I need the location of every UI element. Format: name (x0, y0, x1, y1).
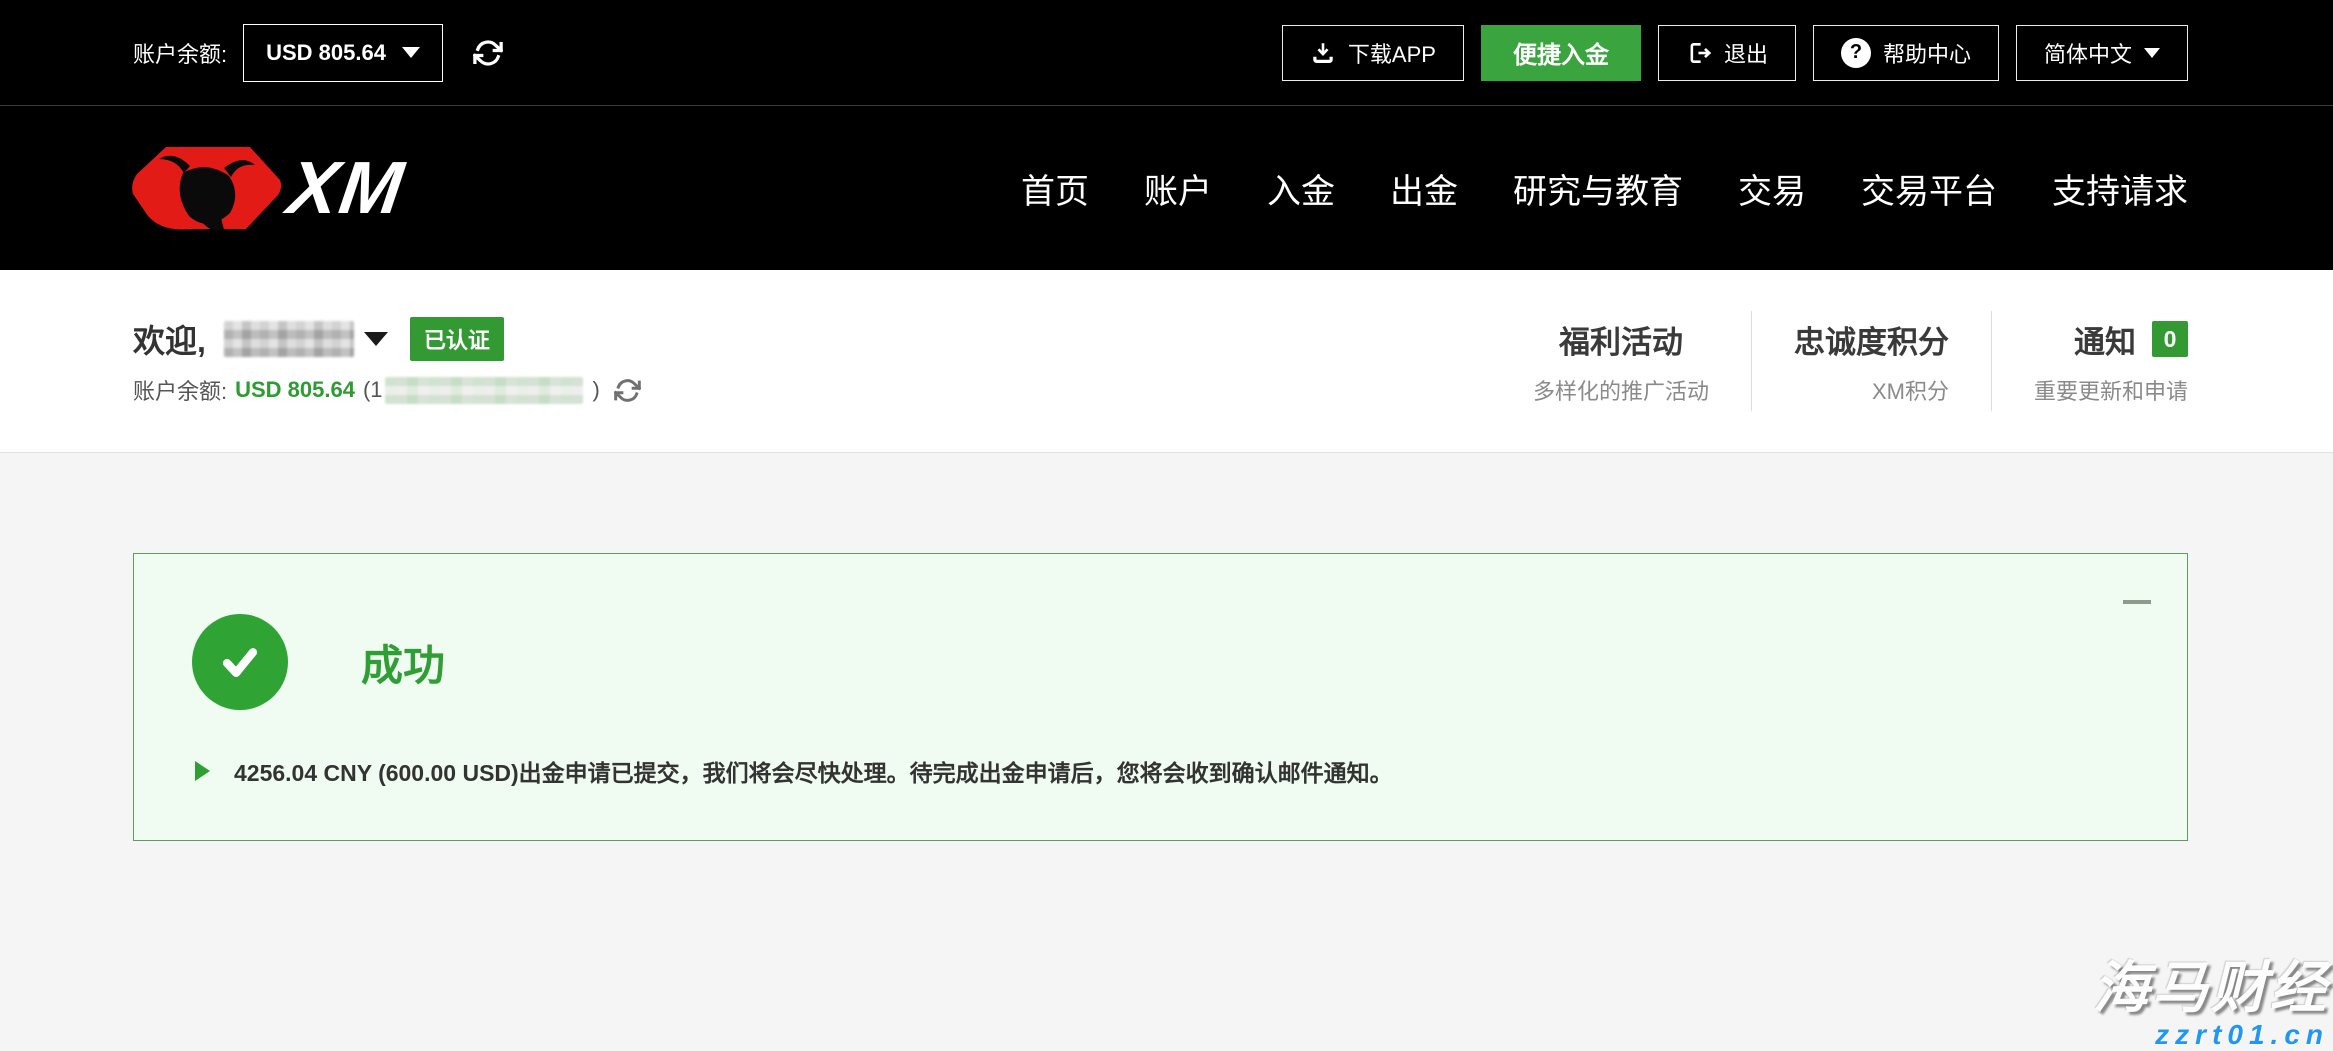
nav-item-research-education[interactable]: 研究与教育 (1513, 164, 1683, 213)
download-icon (1310, 40, 1336, 66)
help-center-label: 帮助中心 (1883, 37, 1971, 69)
loyalty-subtitle: XM积分 (1872, 374, 1949, 406)
nav-item-trading[interactable]: 交易 (1738, 164, 1806, 213)
logout-button[interactable]: 退出 (1658, 25, 1796, 81)
download-app-button[interactable]: 下载APP (1282, 25, 1464, 81)
promotions-title: 福利活动 (1559, 317, 1683, 362)
page-content: 成功 4256.04 CNY (600.00 USD)出金申请已提交，我们将会尽… (0, 453, 2333, 1051)
nav-item-home[interactable]: 首页 (1021, 164, 1089, 213)
quick-deposit-button[interactable]: 便捷入金 (1481, 25, 1641, 81)
chevron-down-icon (402, 47, 420, 58)
welcome-quick-links: 福利活动 多样化的推广活动 忠诚度积分 XM积分 通知 0 重要更新和申请 (1491, 311, 2188, 411)
nav-item-platforms[interactable]: 交易平台 (1861, 164, 1997, 213)
alert-message: 4256.04 CNY (600.00 USD)出金申请已提交，我们将会尽快处理… (234, 754, 1393, 788)
welcome-balance-value: USD 805.64 (235, 377, 355, 403)
welcome-left: 欢迎, 已认证 账户余额: USD 805.64 (1 ) (133, 316, 641, 406)
nav-item-deposit[interactable]: 入金 (1267, 164, 1335, 213)
logout-icon (1686, 40, 1712, 66)
success-check-icon (192, 614, 288, 710)
nav-item-support[interactable]: 支持请求 (2052, 164, 2188, 213)
notifications-title: 通知 (2074, 317, 2136, 362)
promotions-link[interactable]: 福利活动 多样化的推广活动 (1491, 311, 1751, 411)
account-name-redacted (224, 321, 354, 357)
promotions-subtitle: 多样化的推广活动 (1533, 374, 1709, 406)
account-number-redacted (385, 377, 583, 404)
account-balance-dropdown[interactable]: USD 805.64 (243, 24, 443, 82)
success-alert: 成功 4256.04 CNY (600.00 USD)出金申请已提交，我们将会尽… (133, 553, 2188, 841)
bullet-triangle-icon (195, 761, 210, 781)
account-number-prefix: (1 (363, 377, 383, 403)
loyalty-title: 忠诚度积分 (1794, 317, 1949, 362)
welcome-greeting: 欢迎, (133, 316, 206, 362)
account-balance-value: USD 805.64 (266, 40, 386, 66)
topbar-balance-label: 账户余额: (133, 37, 227, 69)
language-selector[interactable]: 简体中文 (2016, 25, 2188, 81)
nav-item-withdrawal[interactable]: 出金 (1390, 164, 1458, 213)
refresh-balance-icon[interactable] (473, 38, 503, 68)
language-label: 简体中文 (2044, 37, 2132, 69)
xm-bull-crest-icon (128, 142, 283, 234)
logout-label: 退出 (1724, 37, 1768, 69)
verified-badge: 已认证 (410, 317, 504, 361)
notifications-count-badge: 0 (2152, 321, 2188, 357)
quick-deposit-label: 便捷入金 (1513, 35, 1609, 70)
topbar-actions: 下载APP 便捷入金 退出 ? 帮助中心 简体中文 (1282, 25, 2188, 81)
xm-logo[interactable]: XM (128, 142, 404, 234)
nav-item-account[interactable]: 账户 (1144, 164, 1212, 213)
help-icon: ? (1841, 38, 1871, 68)
help-center-button[interactable]: ? 帮助中心 (1813, 25, 1999, 81)
alert-title: 成功 (361, 632, 445, 693)
nav-menu: 首页 账户 入金 出金 研究与教育 交易 交易平台 支持请求 (1021, 164, 2188, 213)
top-utility-bar: 账户余额: USD 805.64 下载APP 便捷入金 (0, 0, 2333, 105)
xm-logo-text: XM (284, 151, 409, 225)
notifications-link[interactable]: 通知 0 重要更新和申请 (1991, 311, 2188, 411)
download-app-label: 下载APP (1348, 37, 1436, 69)
chevron-down-icon (2144, 48, 2160, 58)
collapse-alert-button[interactable] (2123, 600, 2151, 604)
welcome-strip: 欢迎, 已认证 账户余额: USD 805.64 (1 ) 福利活动 (0, 270, 2333, 453)
notifications-subtitle: 重要更新和申请 (2034, 374, 2188, 406)
chevron-down-icon[interactable] (364, 332, 388, 346)
welcome-balance-label: 账户余额: (133, 374, 227, 406)
loyalty-points-link[interactable]: 忠诚度积分 XM积分 (1751, 311, 1991, 411)
account-number-suffix: ) (593, 377, 600, 403)
refresh-account-icon[interactable] (614, 377, 641, 404)
main-nav-bar: XM 首页 账户 入金 出金 研究与教育 交易 交易平台 支持请求 (0, 105, 2333, 270)
